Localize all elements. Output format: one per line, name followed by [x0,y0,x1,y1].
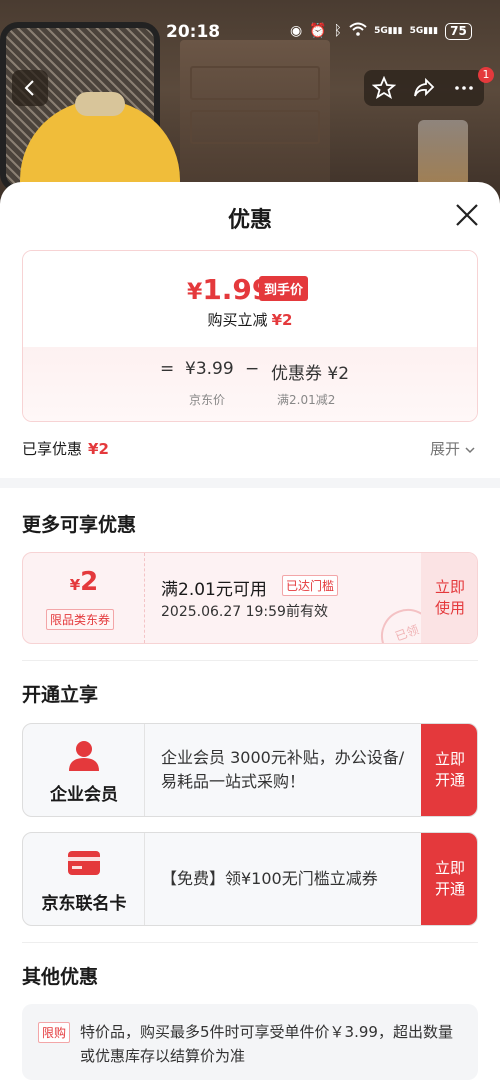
coupon-validity: 2025.06.27 19:59前有效 [161,604,328,620]
jd-price: ¥3.99 [185,359,234,379]
open-line-1: 立即 [434,750,465,768]
coupon-kind: 限品类东券 [46,609,115,630]
other-discounts-title: 其他优惠 [22,966,99,988]
eye-icon: ◉ [290,23,303,39]
open-line-2: 开通 [434,880,465,898]
bluetooth-icon: ᛒ [333,23,343,39]
limit-text: 特价品，购买最多5件时可享受单件价￥3.99，超出数量或优惠库存以结算价为准 [80,1023,453,1065]
status-bar: 20:18 ◉ ⏰ ᛒ 5G▮▮▮ 5G▮▮▮ 75 [0,18,500,48]
open-line-1: 立即 [434,859,465,877]
divider [22,942,478,943]
reduce-line: 购买立减 ¥2 [23,309,477,330]
expand-button[interactable]: 展开 [430,438,475,459]
share-icon[interactable] [412,76,436,100]
coupon-reached-badge: 已达门槛 [282,575,339,596]
notification-badge: 1 [478,67,494,83]
section-divider [0,478,500,488]
photo-drawer [190,66,320,100]
member-card-desc: 【免费】领¥100无门槛立减券 [161,869,378,888]
member-card-name: 企业会员 [50,785,118,805]
photo-drawer [190,110,320,144]
currency-symbol: ¥ [187,280,203,305]
cobrand-card: 京东联名卡 【免费】领¥100无门槛立减券 立即开通 [22,832,478,926]
equals-sign: = [160,359,175,379]
use-line-2: 使用 [434,599,465,617]
purchase-limit-box: 限购 特价品，购买最多5件时可享受单件价￥3.99，超出数量或优惠库存以结算价为… [22,1004,478,1080]
coupon-card: ¥2 限品类东券 满2.01元可用 已达门槛 2025.06.27 19:59前… [22,552,478,644]
close-icon[interactable] [452,200,482,230]
discount-sheet: 优惠 ¥1.99 到手价 购买立减 ¥2 = ¥3.99 − 优惠券 ¥2 京东价… [0,182,500,1085]
reduce-label: 购买立减 [207,311,268,329]
price-card: ¥1.99 到手价 购买立减 ¥2 = ¥3.99 − 优惠券 ¥2 京东价 满2… [22,250,478,422]
enjoyed-label: 已享优惠 [22,440,83,458]
chevron-down-icon [465,447,475,454]
coupon-left: ¥2 限品类东券 [23,553,145,643]
price-card-top: ¥1.99 到手价 购买立减 ¥2 [23,251,477,347]
jd-price-label: 京东价 [189,393,226,407]
open-line-2: 开通 [434,771,465,789]
alarm-icon: ⏰ [309,23,327,39]
final-price-tag: 到手价 [259,276,309,301]
open-enterprise-button[interactable]: 立即 开通 [421,724,477,816]
limit-tag: 限购 [38,1022,71,1043]
reduce-amount: ¥2 [271,311,293,329]
member-card-name: 京东联名卡 [41,894,127,914]
wifi-icon [349,22,367,40]
credit-card-icon [68,851,100,875]
coupon-condition-label: 满2.01减2 [277,393,336,407]
signal-icon: 5G▮▮▮ [409,26,439,36]
minus-sign: − [245,359,260,379]
battery-icon: 75 [445,22,472,40]
coupon-amount-value: 2 [80,567,99,597]
status-time: 20:18 [166,22,221,42]
top-actions [364,70,484,106]
expand-label: 展开 [430,440,461,458]
member-card-left: 企业会员 [23,724,145,816]
coupon-currency: ¥ [69,576,81,594]
sheet-title: 优惠 [227,208,272,233]
enjoyed-amount: ¥2 [88,440,109,458]
open-section-title: 开通立享 [22,684,99,706]
status-icons: ◉ ⏰ ᛒ 5G▮▮▮ 5G▮▮▮ 75 [290,22,472,40]
member-card-desc: 企业会员 3000元补贴，办公设备/易耗品一站式采购！ [161,748,405,791]
signal-icon: 5G▮▮▮ [374,26,403,36]
star-icon[interactable] [372,76,396,100]
divider [22,660,478,661]
member-card-left: 京东联名卡 [23,833,145,925]
more-icon[interactable] [452,76,476,100]
coupon-amount: ¥2 [23,567,145,597]
use-line-1: 立即 [434,578,465,596]
back-button[interactable] [12,70,48,106]
use-coupon-button[interactable]: 立即 使用 [421,553,477,643]
more-discounts-title: 更多可享优惠 [22,514,137,536]
coupon-part: 优惠券 ¥2 [271,364,350,384]
open-cobrand-button[interactable]: 立即 开通 [421,833,477,925]
person-icon [69,741,99,771]
chevron-left-icon [24,80,34,96]
photo-lamp-top [75,92,125,116]
enjoyed-discount: 已享优惠 ¥2 [22,438,109,459]
enterprise-member-card: 企业会员 企业会员 3000元补贴，办公设备/易耗品一站式采购！ 立即开通 [22,723,478,817]
coupon-condition: 满2.01元可用 [161,580,267,600]
